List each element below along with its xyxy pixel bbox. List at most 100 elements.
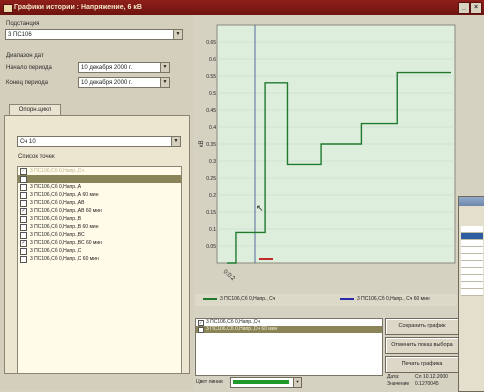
dialog-row[interactable]	[461, 268, 483, 275]
checkbox[interactable]: ✓	[20, 240, 27, 247]
checkbox[interactable]: ✓	[20, 208, 27, 215]
checkbox[interactable]	[20, 248, 27, 255]
line-color-picker[interactable]: ▼	[230, 377, 302, 388]
legend-swatch	[340, 297, 354, 300]
chevron-down-icon[interactable]: ▼	[293, 378, 301, 387]
point-list-label: Список точек	[18, 154, 55, 160]
legend-label: 3 ПС106,Сб 0,Напр., Сч 60 мин	[357, 296, 430, 302]
point-list[interactable]: ✓ 3 ПС106,Сб 0,Напр.,Сч 3 ПС106,Сб 0,Напр.…	[17, 166, 182, 374]
dialog-row[interactable]	[461, 254, 483, 261]
checkbox[interactable]	[20, 192, 27, 199]
checkbox[interactable]	[20, 184, 27, 191]
list-item[interactable]: 3 ПС106,Сб 0,Напр.,В	[18, 215, 181, 223]
list-item-label: 3 ПС106,Сб 0,Напр.,А 60 мин	[30, 192, 99, 198]
dialog-row[interactable]	[461, 289, 483, 296]
substation-label: Подстанция	[6, 21, 40, 27]
popup-dialog[interactable]	[458, 196, 484, 392]
dialog-row[interactable]	[461, 275, 483, 282]
dialog-titlebar	[459, 197, 484, 206]
list-item-label: 3 ПС106,Сб 0,Напр.,АВ	[30, 200, 85, 206]
save-chart-button[interactable]: Сохранить график	[385, 318, 459, 335]
list-item[interactable]	[18, 175, 181, 183]
y-tick-label: 0.45	[206, 108, 216, 114]
window-titlebar: Графики истории : Напряжение, 6 кВ _ ×	[0, 0, 484, 15]
list-item-label: 3 ПС106,Сб 0,Напр.,Сч	[206, 319, 260, 325]
checkbox[interactable]	[20, 216, 27, 223]
color-swatch	[233, 380, 289, 384]
group-value: Сч 10	[20, 139, 36, 145]
y-tick-label: 0.35	[206, 142, 216, 148]
selected-points-list[interactable]: ✓ 3 ПС106,Сб 0,Напр.,Сч ✓ 3 ПС106,Сб 0,Напр…	[195, 318, 383, 376]
dialog-row[interactable]	[461, 247, 483, 254]
window-title: Графики истории : Напряжение, 6 кВ	[14, 4, 142, 11]
list-item[interactable]: 3 ПС106,Сб 0,Напр.,А	[18, 183, 181, 191]
checkbox[interactable]: ✓	[198, 327, 204, 333]
print-chart-button[interactable]: Печать графика	[385, 356, 459, 373]
checkbox[interactable]	[20, 232, 27, 239]
y-tick-label: 0.3	[209, 159, 216, 165]
y-tick-label: 0.65	[206, 40, 216, 46]
list-item[interactable]: 3 ПС106,Сб 0,Напр.,ВС	[18, 231, 181, 239]
dialog-row[interactable]	[461, 282, 483, 289]
legend-item-1: 3 ПС106,Сб 0,Напр., Сч	[203, 296, 275, 302]
history-chart: 0.65 0.6 0.55 0.5 0.45 0.4 0.35 0.3 0.25 0.2 0.15 0…	[199, 24, 456, 283]
chevron-down-icon[interactable]: ▼	[160, 63, 169, 72]
list-item[interactable]: ✓ 3 ПС106,Сб 0,Напр.,Сч	[18, 167, 181, 175]
checkbox[interactable]	[20, 176, 27, 183]
chart-legend: 3 ПС106,Сб 0,Напр., Сч 3 ПС106,Сб 0,Напр…	[195, 294, 457, 306]
list-item[interactable]: ✓ 3 ПС106,Сб 0,Напр.,Сч 60 мин	[196, 326, 382, 333]
dialog-row[interactable]	[461, 240, 483, 247]
substation-select[interactable]: 3 ПС106 ▼	[5, 29, 183, 40]
y-tick-label: 0.5	[209, 91, 216, 97]
value-value: 0.1270045	[415, 381, 439, 387]
list-item[interactable]: ✓ 3 ПС106,Сб 0,Напр.,Сч	[196, 319, 382, 326]
x-tick-label: 0:0:2	[222, 269, 237, 283]
end-date-value: 10 декабря 2000 г.	[81, 80, 133, 86]
legend-label: 3 ПС106,Сб 0,Напр., Сч	[220, 296, 276, 302]
legend-item-2: 3 ПС106,Сб 0,Напр., Сч 60 мин	[340, 296, 430, 302]
list-item[interactable]: 3 ПС106,Сб 0,Напр.,С	[18, 247, 181, 255]
y-tick-label: 0.55	[206, 74, 216, 80]
date-label: Дата:	[387, 374, 400, 380]
dialog-row[interactable]	[461, 226, 483, 233]
list-item[interactable]: ✓ 3 ПС106,Сб 0,Напр.,ВС 60 мин	[18, 239, 181, 247]
y-tick-label: 0.25	[206, 176, 216, 182]
list-item[interactable]: 3 ПС106,Сб 0,Напр.,С 60 мин	[18, 255, 181, 263]
start-date-picker[interactable]: 10 декабря 2000 г. ▼	[78, 62, 170, 73]
list-item-label: 3 ПС106,Сб 0,Напр.,А	[30, 184, 82, 190]
cancel-selection-button[interactable]: Отменить показ выбора	[385, 337, 459, 354]
checkbox[interactable]	[20, 200, 27, 207]
line-color-label: Цвет линии	[196, 379, 223, 385]
chart-area: 0.65 0.6 0.55 0.5 0.45 0.4 0.35 0.3 0.25 0.2 0.15 0…	[195, 15, 457, 315]
checkbox[interactable]	[20, 224, 27, 231]
list-item-label: 3 ПС106,Сб 0,Напр.,Сч	[30, 168, 84, 174]
list-item-label: 3 ПС106,Сб 0,Напр.,В 60 мин	[30, 224, 99, 230]
y-tick-label: 0.1	[209, 227, 216, 233]
legend-swatch	[203, 297, 217, 300]
dialog-row[interactable]	[461, 233, 483, 240]
list-item-label: 3 ПС106,Сб 0,Напр.,ВС 60 мин	[30, 240, 102, 246]
chevron-down-icon[interactable]: ▼	[171, 137, 180, 146]
value-label: Значение	[387, 381, 410, 387]
list-item-label: 3 ПС106,Сб 0,Напр.,С 60 мин	[30, 256, 99, 262]
list-item[interactable]: ✓ 3 ПС106,Сб 0,Напр.,АВ 60 мин	[18, 207, 181, 215]
minimize-button[interactable]: _	[458, 2, 470, 14]
chevron-down-icon[interactable]: ▼	[173, 30, 182, 39]
dialog-row[interactable]	[461, 261, 483, 268]
substation-value: 3 ПС106	[8, 32, 32, 38]
y-tick-label: 0.6	[209, 57, 216, 63]
checkbox[interactable]: ✓	[20, 168, 27, 175]
list-item-label: 3 ПС106,Сб 0,Напр.,АВ 60 мин	[30, 208, 102, 214]
group-select[interactable]: Сч 10 ▼	[17, 136, 181, 147]
close-button[interactable]: ×	[470, 2, 482, 14]
chevron-down-icon[interactable]: ▼	[160, 78, 169, 87]
list-item[interactable]: 3 ПС106,Сб 0,Напр.,В 60 мин	[18, 223, 181, 231]
list-item-label: 3 ПС106,Сб 0,Напр.,Сч 60 мин	[206, 326, 278, 332]
app-icon	[3, 4, 13, 13]
end-date-label: Конец периода	[6, 80, 48, 86]
list-item[interactable]: 3 ПС106,Сб 0,Напр.,АВ	[18, 199, 181, 207]
mouse-cursor-icon: ↖	[256, 204, 264, 214]
checkbox[interactable]	[20, 256, 27, 263]
list-item[interactable]: 3 ПС106,Сб 0,Напр.,А 60 мин	[18, 191, 181, 199]
end-date-picker[interactable]: 10 декабря 2000 г. ▼	[78, 77, 170, 88]
